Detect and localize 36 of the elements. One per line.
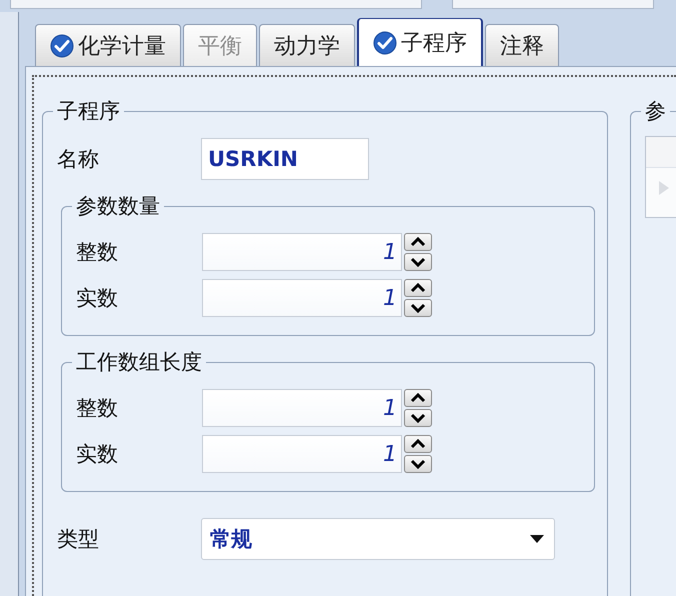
field-label: 整数: [76, 239, 119, 266]
number-field[interactable]: 1: [202, 435, 402, 473]
field-label: 类型: [57, 526, 100, 553]
number-field[interactable]: 1: [202, 279, 402, 317]
tab[interactable]: 子程序: [357, 18, 483, 66]
field-label: 名称: [57, 146, 100, 173]
number-field[interactable]: 1: [202, 233, 402, 271]
tab[interactable]: 注释: [485, 24, 559, 66]
field-label: 实数: [76, 441, 119, 468]
spin-up-button[interactable]: [404, 279, 432, 297]
check-icon: [373, 30, 397, 54]
spin-down-button[interactable]: [404, 299, 432, 317]
name-field[interactable]: USRKIN: [201, 138, 369, 180]
check-icon: [50, 34, 74, 58]
chevron-up-icon: [410, 237, 426, 247]
chevron-down-icon: [410, 303, 426, 313]
spin-up-button[interactable]: [404, 435, 432, 453]
tab[interactable]: 动力学: [259, 24, 355, 66]
chevron-down-icon: [410, 257, 426, 267]
chevron-up-icon: [410, 439, 426, 449]
field-label: 整数: [76, 395, 119, 422]
spin-down-button[interactable]: [404, 455, 432, 473]
spin-up-button[interactable]: [404, 389, 432, 407]
chevron-up-icon: [410, 393, 426, 403]
number-field[interactable]: 1: [202, 389, 402, 427]
chevron-down-icon: [410, 459, 426, 469]
row-pointer-icon: [658, 180, 670, 196]
type-dropdown[interactable]: 常规: [201, 518, 555, 560]
spin-up-button[interactable]: [404, 233, 432, 251]
field-label: 实数: [76, 285, 119, 312]
chevron-up-icon: [410, 283, 426, 293]
dropdown-caret-icon: [530, 535, 544, 543]
spin-down-button[interactable]: [404, 409, 432, 427]
chevron-down-icon: [410, 413, 426, 423]
spin-down-button[interactable]: [404, 253, 432, 271]
tab[interactable]: 化学计量: [35, 24, 181, 66]
